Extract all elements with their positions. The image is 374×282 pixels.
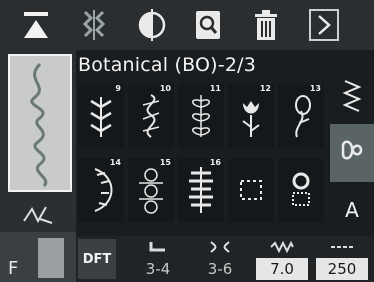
mirror-button[interactable]: [130, 3, 174, 47]
page-title: Botanical (BO)-2/3: [78, 54, 256, 76]
screen: F Botanical (BO)-2/3 9 10 11 12 13 14 15…: [0, 0, 374, 282]
stitch-cell[interactable]: 10: [128, 84, 174, 148]
eyelet-stitch-icon: [292, 172, 310, 206]
next-arrow-icon: [309, 9, 339, 41]
stitch-param-1[interactable]: 3-4: [132, 238, 184, 280]
stitch-cell[interactable]: 14: [78, 158, 124, 222]
stitch-grid: 9 10 11 12 13 14 15 16: [78, 84, 324, 234]
stitch-number: 10: [159, 84, 171, 93]
tension-icon: [194, 240, 246, 254]
stitch-edit-button[interactable]: [6, 196, 70, 230]
stitch-cell[interactable]: 12: [228, 84, 274, 148]
stitch-cell[interactable]: 15: [128, 158, 174, 222]
stitch-number: 14: [109, 158, 121, 167]
length-icon: [316, 240, 368, 254]
mirror-stitch-button[interactable]: [330, 124, 374, 182]
stitch-cell[interactable]: 16: [178, 158, 224, 222]
empty-frame-icon: [240, 180, 262, 200]
letter-button-label: A: [345, 198, 359, 222]
stitch-edit-icon: [23, 206, 53, 224]
pattern-icon: [82, 10, 106, 40]
stitch-number: 16: [209, 158, 221, 167]
love-script-stitch-icon: [30, 62, 48, 188]
bud-stitch-icon: [295, 95, 311, 138]
zoom-button[interactable]: [186, 3, 230, 47]
daisy-chain-stitch-icon: [139, 168, 163, 214]
next-page-button[interactable]: [302, 3, 346, 47]
stitch-cell[interactable]: 11: [178, 84, 224, 148]
stitch-number: 15: [159, 158, 171, 167]
zoom-icon: [196, 11, 220, 39]
zigzag-length-icon: [342, 80, 362, 112]
stitch-param-2[interactable]: 3-6: [194, 238, 246, 280]
pattern-button[interactable]: [72, 3, 116, 47]
fern-stitch-icon: [192, 95, 210, 137]
letter-button[interactable]: A: [330, 186, 374, 234]
trash-icon: [255, 10, 277, 40]
width-icon: [256, 240, 308, 254]
figure-eight-icon: [341, 140, 363, 160]
default-button[interactable]: DFT: [78, 239, 116, 279]
vine-stitch-icon: [142, 94, 160, 138]
delete-button[interactable]: [244, 3, 288, 47]
home-button[interactable]: [14, 3, 58, 47]
f-label: F: [8, 258, 19, 279]
stitch-number: 13: [309, 84, 321, 93]
stitch-number: 11: [209, 84, 221, 93]
stitch-cell[interactable]: 9: [78, 84, 124, 148]
leaf-stitch-icon: [90, 97, 112, 137]
stitch-number: 12: [259, 84, 271, 93]
thread-icon: [38, 238, 64, 278]
crescent-stitch-icon: [94, 168, 113, 212]
stitch-cell[interactable]: [278, 158, 324, 222]
param-value: 3-4: [145, 260, 171, 278]
stitch-param-3[interactable]: 7.0: [256, 238, 308, 280]
top-toolbar: [0, 0, 374, 50]
param-value: 250: [316, 258, 368, 280]
right-panel: A: [330, 74, 374, 234]
stitch-number: 9: [115, 84, 121, 93]
foot-icon: [132, 240, 184, 254]
tulip-stitch-icon: [242, 101, 260, 137]
stitch-cell[interactable]: 13: [278, 84, 324, 148]
selected-stitch-preview[interactable]: [8, 54, 72, 192]
stitch-param-4[interactable]: 250: [316, 238, 368, 280]
mirror-icon: [138, 9, 166, 41]
home-icon: [24, 12, 48, 38]
wheat-stitch-icon: [189, 167, 213, 213]
stitch-length-button[interactable]: [330, 74, 374, 120]
bottom-bar: DFT 3-4 3-6 7.0 250: [76, 236, 374, 282]
param-value: 7.0: [256, 258, 308, 280]
stitch-cell[interactable]: [228, 158, 274, 222]
param-value: 3-6: [207, 260, 233, 278]
